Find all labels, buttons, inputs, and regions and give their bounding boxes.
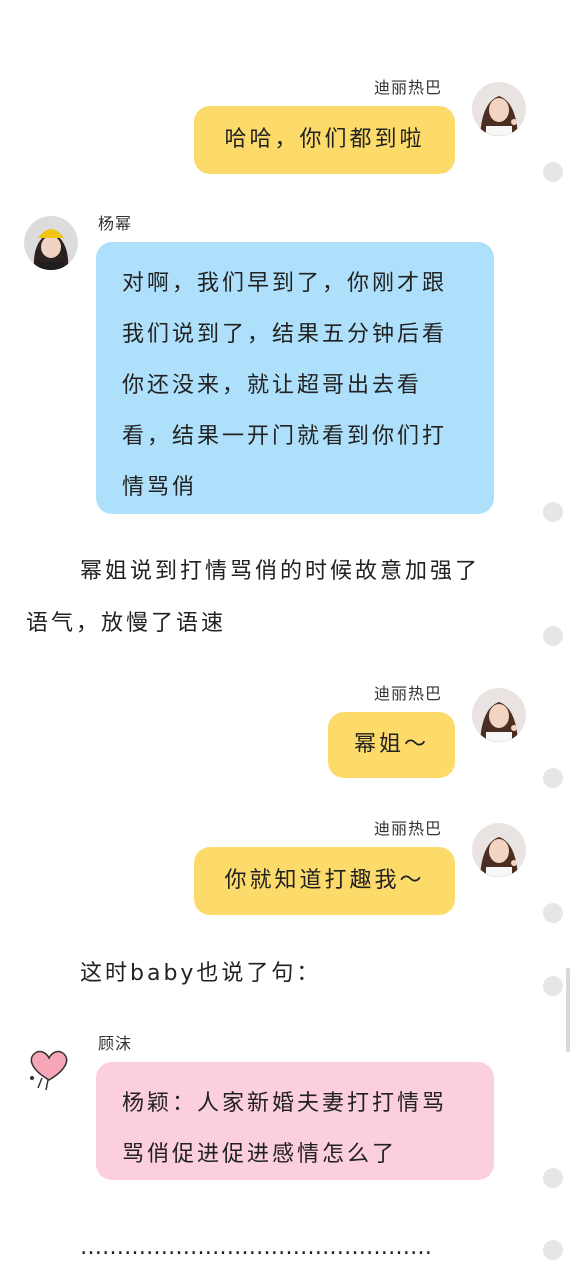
avatar-dilraba[interactable] xyxy=(472,82,526,136)
message-bubble[interactable]: 你就知道打趣我～ xyxy=(194,847,455,915)
message-line: 对啊，我们早到了，你刚才跟 xyxy=(122,271,448,296)
message-bubble[interactable]: 幂姐～ xyxy=(328,712,455,778)
sender-name: 迪丽热巴 xyxy=(374,684,443,703)
message-line: 杨颖：人家新婚夫妻打打情骂 xyxy=(122,1091,448,1116)
message-line: 你还没来，就让超哥出去看 xyxy=(122,373,423,398)
sender-name: 迪丽热巴 xyxy=(374,819,443,838)
side-dot[interactable] xyxy=(543,626,563,646)
narration-text: 这时baby也说了句： xyxy=(80,961,322,986)
side-dot[interactable] xyxy=(543,768,563,788)
avatar-yangmi[interactable] xyxy=(24,216,78,270)
sender-name: 杨幂 xyxy=(98,214,133,233)
narration-ellipsis: ………………………………………… xyxy=(80,1235,432,1260)
avatar-dilraba[interactable] xyxy=(472,688,526,742)
scrollbar[interactable] xyxy=(566,968,570,1052)
message-line: 情骂俏 xyxy=(122,475,198,500)
side-dot[interactable] xyxy=(543,502,563,522)
avatar-gumo[interactable] xyxy=(22,1040,76,1094)
side-dot[interactable] xyxy=(543,903,563,923)
side-dot[interactable] xyxy=(543,1168,563,1188)
side-dot[interactable] xyxy=(543,162,563,182)
sender-name: 顾沫 xyxy=(98,1034,133,1053)
avatar-dilraba[interactable] xyxy=(472,823,526,877)
message-line: 看，结果一开门就看到你们打 xyxy=(122,424,448,449)
side-dot[interactable] xyxy=(543,1240,563,1260)
side-dot[interactable] xyxy=(543,976,563,996)
message-line: 骂俏促进促进感情怎么了 xyxy=(122,1142,398,1167)
message-bubble[interactable]: 哈哈，你们都到啦 xyxy=(194,106,455,174)
message-line: 我们说到了，结果五分钟后看 xyxy=(122,322,448,347)
message-bubble[interactable]: 对啊，我们早到了，你刚才跟 我们说到了，结果五分钟后看 你还没来，就让超哥出去看… xyxy=(96,242,494,514)
sender-name: 迪丽热巴 xyxy=(374,78,443,97)
narration-text: 幂姐说到打情骂俏的时候故意加强了 xyxy=(80,559,481,584)
message-bubble[interactable]: 杨颖：人家新婚夫妻打打情骂 骂俏促进促进感情怎么了 xyxy=(96,1062,494,1180)
narration-text: 语气，放慢了语速 xyxy=(26,611,227,636)
